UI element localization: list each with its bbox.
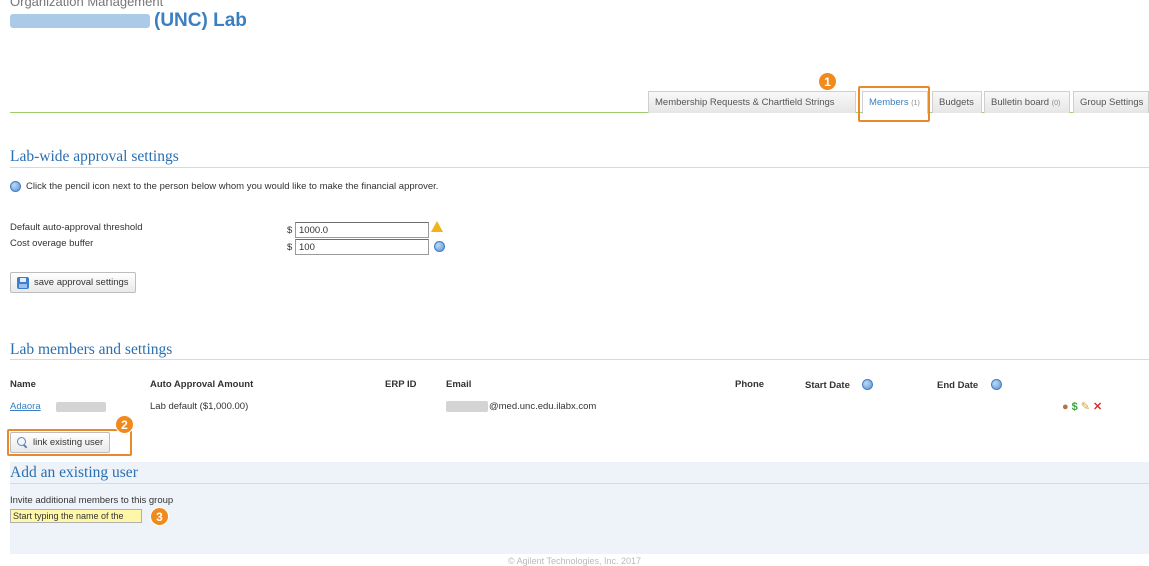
tab-label: Budgets — [939, 97, 974, 108]
member-name: Adaora — [10, 401, 41, 412]
column-header-email: Email — [446, 379, 472, 390]
tab-count: (0) — [1051, 100, 1061, 107]
members-heading-divider — [10, 359, 1149, 360]
link-user-highlight — [7, 429, 132, 456]
save-button-label: save approval settings — [34, 277, 129, 288]
tab-bulletin-board[interactable]: Bulletin board (0) — [984, 91, 1070, 113]
column-header-phone: Phone — [735, 379, 765, 390]
buffer-currency: $ — [287, 242, 293, 253]
threshold-input[interactable] — [295, 222, 429, 238]
redacted-lab-name — [10, 13, 150, 28]
step-2-badge: 2 — [115, 415, 134, 434]
delete-icon[interactable]: ✕ — [1093, 402, 1102, 413]
warning-icon — [431, 221, 443, 232]
add-user-heading-divider — [10, 483, 1149, 484]
page-title-suffix: (UNC) Lab — [154, 10, 247, 31]
dollar-icon[interactable]: $ — [1072, 402, 1078, 413]
buffer-help-icon[interactable] — [434, 241, 445, 252]
column-header-name: Name — [10, 379, 36, 390]
redacted-surname — [56, 402, 106, 412]
tab-label: Bulletin board — [991, 97, 1050, 108]
page-top-cut-text: Organization Management — [10, 0, 164, 9]
member-auto-approval: Lab default ($1,000.00) — [150, 401, 249, 412]
approval-heading-divider — [10, 167, 1149, 168]
tab-membership-requests[interactable]: Membership Requests & Chartfield Strings — [648, 91, 856, 113]
info-icon — [10, 181, 21, 192]
invite-label: Invite additional members to this group — [10, 495, 174, 506]
column-header-erp-id: ERP ID — [385, 379, 417, 390]
threshold-currency: $ — [287, 225, 293, 236]
save-icon — [17, 276, 29, 289]
column-header-auto-approval: Auto Approval Amount — [150, 379, 254, 390]
buffer-label: Cost overage buffer — [10, 238, 94, 249]
pencil-icon[interactable]: ✎ — [1081, 402, 1090, 413]
members-heading: Lab members and settings — [10, 341, 173, 358]
threshold-label: Default auto-approval threshold — [10, 222, 143, 233]
start-date-label: Start Date — [805, 380, 850, 391]
column-header-end-date: End Date — [937, 380, 978, 391]
approval-info-text: Click the pencil icon next to the person… — [26, 181, 439, 192]
step-3-badge: 3 — [150, 507, 169, 526]
start-date-help-icon[interactable] — [862, 379, 873, 390]
column-header-start-date: Start Date — [805, 380, 850, 391]
buffer-input[interactable] — [295, 239, 429, 255]
add-user-panel — [10, 462, 1149, 554]
invite-user-input[interactable] — [10, 509, 142, 523]
tab-budgets[interactable]: Budgets — [932, 91, 982, 113]
end-date-label: End Date — [937, 380, 979, 391]
member-row-actions: ● $ ✎ ✕ — [1062, 402, 1102, 413]
footer-copyright: © Agilent Technologies, Inc. 2017 — [507, 556, 642, 566]
member-email: @med.unc.edu.ilabx.com — [489, 401, 597, 412]
end-date-help-icon[interactable] — [991, 379, 1002, 390]
tab-label: Membership Requests & Chartfield Strings — [655, 97, 835, 108]
redacted-email-user — [446, 401, 488, 412]
tab-label: Group Settings — [1080, 97, 1144, 108]
tab-group-settings[interactable]: Group Settings — [1073, 91, 1149, 113]
member-name-link[interactable]: Adaora — [10, 401, 41, 412]
page-title: (UNC) Lab — [10, 10, 247, 32]
add-user-heading: Add an existing user — [10, 464, 138, 481]
approval-settings-heading: Lab-wide approval settings — [10, 148, 179, 165]
save-approval-settings-button[interactable]: save approval settings — [10, 272, 136, 293]
user-icon[interactable]: ● — [1062, 402, 1069, 413]
members-tab-highlight — [858, 86, 930, 122]
step-1-badge: 1 — [818, 72, 837, 91]
